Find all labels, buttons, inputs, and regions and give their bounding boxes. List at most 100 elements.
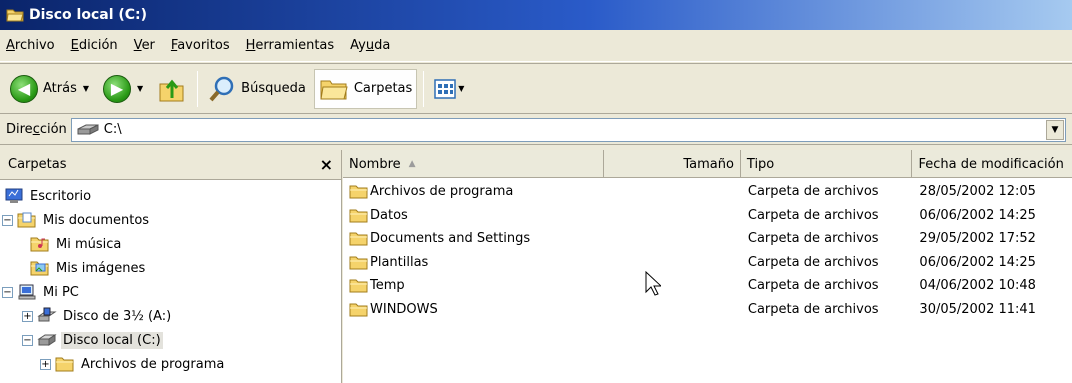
cell-date-text: 06/06/2002 14:25 — [919, 254, 1036, 270]
collapse-icon[interactable]: − — [2, 214, 13, 226]
column-name-label: Nombre — [349, 156, 401, 172]
file-row[interactable]: Archivos de programa Carpeta de archivos 2… — [343, 180, 1072, 204]
toolbar: ◀ Atrás ▼ ▶ ▼ Búsqueda Carpetas ▼ — [0, 63, 1072, 114]
expand-icon[interactable]: + — [40, 358, 51, 370]
folders-button[interactable]: Carpetas — [313, 68, 418, 109]
back-label: Atrás — [43, 81, 77, 96]
cell-type: Carpeta de archivos — [741, 184, 913, 199]
menu-bar: Archivo Edición Ver Favoritos Herramientas Ay… — [0, 30, 1072, 62]
window-title: Disco local (C:) — [29, 7, 148, 23]
search-button[interactable]: Búsqueda — [204, 69, 310, 109]
menu-item-ver[interactable]: Ver — [134, 38, 155, 53]
menu-item-archivo[interactable]: Archivo — [6, 38, 55, 53]
folders-icon — [320, 80, 348, 99]
column-size-label: Tamaño — [683, 156, 734, 172]
floppy-drive-icon — [37, 307, 57, 322]
tree-item-label: Disco de 3½ (A:) — [63, 308, 172, 324]
back-arrow-icon: ◀ — [10, 74, 38, 103]
tree-item-mi-m-sica[interactable]: Mi música — [0, 232, 341, 256]
menu-item-herramientas[interactable]: Herramientas — [246, 38, 335, 53]
tree-item-archivos-de-programa[interactable]: + Archivos de programa — [0, 352, 341, 376]
cell-type-text: Carpeta de archivos — [747, 184, 879, 200]
chevron-down-icon: ▼ — [1051, 124, 1059, 135]
expand-icon[interactable]: + — [22, 310, 33, 322]
folder-icon — [349, 232, 368, 246]
collapse-icon[interactable]: − — [2, 286, 13, 298]
views-dropdown-icon[interactable]: ▼ — [458, 84, 464, 93]
tree-item-mi-pc[interactable]: − Mi PC — [0, 280, 341, 304]
folders-pane-title: Carpetas — [8, 157, 67, 172]
folders-pane-header: Carpetas × — [0, 150, 341, 180]
back-button[interactable]: ◀ Atrás ▼ — [6, 69, 99, 109]
address-bar: Dirección C:\ ▼ — [0, 115, 1072, 145]
cell-name: Documents and Settings — [343, 231, 604, 246]
cell-name-text: Temp — [370, 278, 405, 294]
cell-date-text: 30/05/2002 11:41 — [919, 301, 1036, 317]
folders-label: Carpetas — [353, 81, 413, 96]
file-row[interactable]: Plantillas Carpeta de archivos 06/06/2002 … — [343, 251, 1072, 275]
cell-type: Carpeta de archivos — [741, 278, 913, 293]
cell-type-text: Carpeta de archivos — [747, 207, 879, 223]
folder-tree: Escritorio − Mis documentos Mi música Mis im… — [0, 180, 341, 376]
sort-ascending-icon: ▲ — [408, 159, 416, 169]
address-dropdown-button[interactable]: ▼ — [1046, 119, 1064, 140]
forward-button[interactable]: ▶ ▼ — [99, 69, 153, 109]
search-icon — [209, 76, 234, 101]
column-header-name[interactable]: Nombre ▲ — [343, 150, 605, 178]
menu-item-favoritos[interactable]: Favoritos — [171, 38, 230, 53]
tree-item-label: Mi música — [56, 236, 122, 252]
cell-date: 29/05/2002 17:52 — [912, 231, 1072, 246]
cell-name-text: Documents and Settings — [370, 231, 531, 247]
my-computer-icon — [18, 284, 36, 300]
forward-dropdown-icon[interactable]: ▼ — [137, 84, 143, 93]
my-documents-icon — [17, 212, 36, 228]
file-row[interactable]: Temp Carpeta de archivos 04/06/2002 10:48 — [343, 274, 1072, 298]
up-folder-button[interactable] — [153, 69, 191, 109]
collapse-icon[interactable]: − — [22, 334, 33, 346]
menu-item-edición[interactable]: Edición — [71, 38, 118, 53]
tree-item-label: Mis documentos — [43, 212, 150, 228]
address-input[interactable]: C:\ ▼ — [70, 117, 1066, 142]
hard-drive-icon — [37, 334, 57, 346]
views-icon — [434, 78, 457, 99]
file-row[interactable]: Datos Carpeta de archivos 06/06/2002 14:25 — [343, 204, 1072, 228]
title-bar[interactable]: Disco local (C:) — [0, 0, 1072, 30]
column-header-type[interactable]: Tipo — [741, 150, 913, 178]
tree-item-mis-documentos[interactable]: − Mis documentos — [0, 208, 341, 232]
tree-item-disco-de-3-a[interactable]: + Disco de 3½ (A:) — [0, 304, 341, 328]
cell-name: Temp — [343, 278, 604, 293]
cell-type: Carpeta de archivos — [741, 255, 913, 270]
cell-type: Carpeta de archivos — [741, 231, 913, 246]
cell-type-text: Carpeta de archivos — [747, 278, 879, 294]
cell-date: 30/05/2002 11:41 — [912, 302, 1072, 317]
cell-name: WINDOWS — [343, 302, 604, 317]
cell-type-text: Carpeta de archivos — [747, 301, 879, 317]
column-header-size[interactable]: Tamaño — [604, 150, 741, 178]
cell-name: Archivos de programa — [343, 184, 604, 199]
tree-item-label: Mi PC — [43, 284, 79, 300]
cell-name: Datos — [343, 208, 604, 223]
file-list: Nombre ▲ Tamaño Tipo Fecha de modificaci… — [343, 150, 1072, 383]
column-header-date[interactable]: Fecha de modificación — [912, 150, 1072, 178]
file-row[interactable]: Documents and Settings Carpeta de archivo… — [343, 227, 1072, 251]
tree-item-escritorio[interactable]: Escritorio — [0, 184, 341, 208]
menu-item-ayuda[interactable]: Ayuda — [350, 38, 390, 53]
cell-date: 28/05/2002 12:05 — [912, 184, 1072, 199]
close-icon[interactable]: × — [320, 155, 333, 174]
folder-icon — [349, 303, 368, 317]
cell-type: Carpeta de archivos — [741, 302, 913, 317]
folder-icon — [55, 357, 74, 372]
tree-item-disco-local-c[interactable]: − Disco local (C:) — [0, 328, 341, 352]
desktop-icon — [5, 188, 23, 203]
cell-date: 06/06/2002 14:25 — [912, 208, 1072, 223]
cell-date-text: 28/05/2002 12:05 — [919, 184, 1036, 200]
tree-item-mis-im-genes[interactable]: Mis imágenes — [0, 256, 341, 280]
cell-type-text: Carpeta de archivos — [747, 254, 879, 270]
cell-name-text: WINDOWS — [370, 301, 438, 317]
views-button[interactable]: ▼ — [430, 69, 474, 109]
back-dropdown-icon[interactable]: ▼ — [83, 84, 89, 93]
cell-date-text: 04/06/2002 10:48 — [919, 278, 1036, 294]
file-row[interactable]: WINDOWS Carpeta de archivos 30/05/2002 11:… — [343, 298, 1072, 322]
toolbar-separator — [423, 70, 425, 107]
address-value: C:\ — [103, 122, 122, 137]
